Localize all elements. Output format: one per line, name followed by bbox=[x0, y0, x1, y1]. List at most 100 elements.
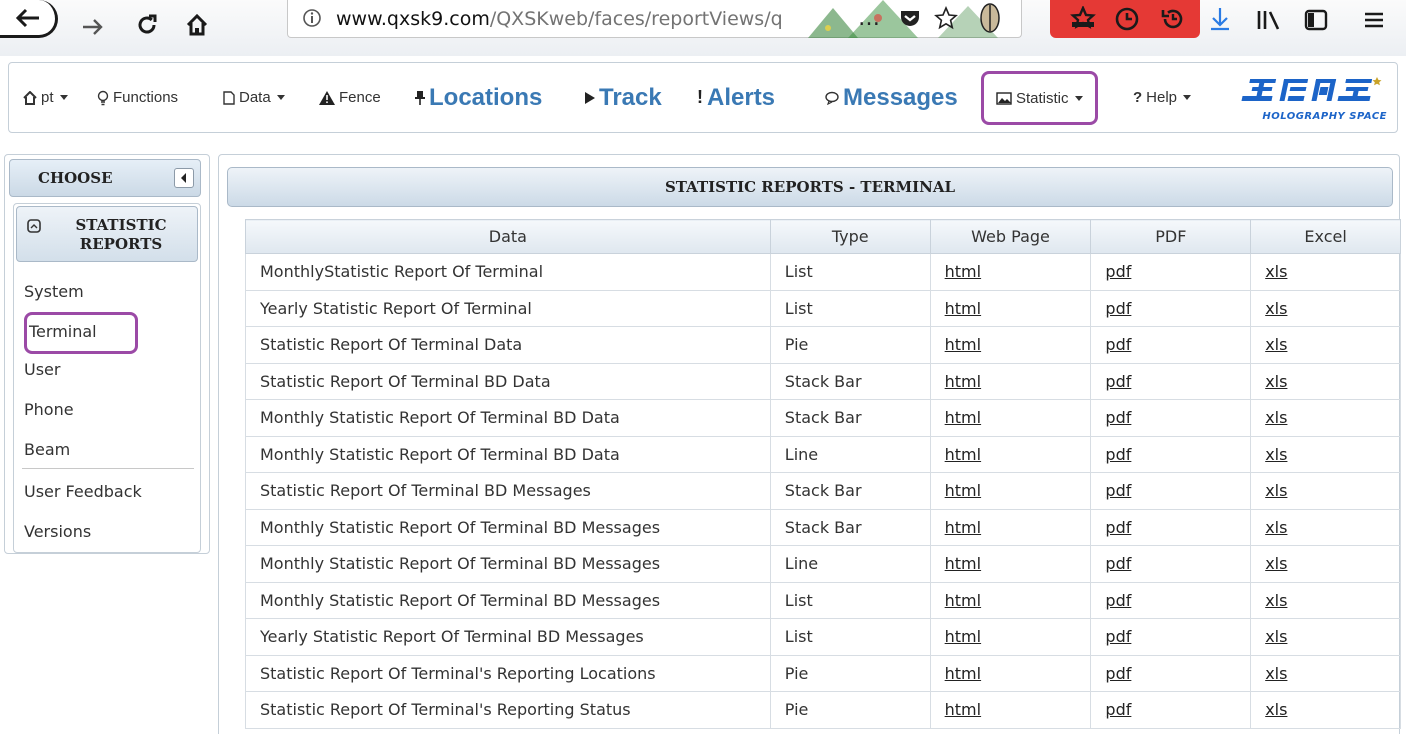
report-name-cell: Statistic Report Of Terminal BD Data bbox=[245, 362, 771, 400]
home-button[interactable] bbox=[180, 7, 214, 43]
report-type-cell: Stack Bar bbox=[769, 399, 931, 437]
collapse-sidebar-button[interactable] bbox=[174, 168, 194, 188]
html-link[interactable]: html bbox=[929, 581, 1092, 619]
xls-link[interactable]: xls bbox=[1250, 472, 1401, 510]
info-icon[interactable] bbox=[302, 8, 322, 32]
url-path: /QXSKweb/faces/reportViews/q bbox=[489, 8, 783, 30]
table-row: Yearly Statistic Report Of Terminal List h… bbox=[245, 289, 1401, 327]
report-type-cell: List bbox=[769, 253, 931, 291]
menu-help[interactable]: ? Help bbox=[1133, 63, 1192, 132]
chevron-down-icon bbox=[1074, 95, 1083, 101]
achievement-icon[interactable] bbox=[1070, 6, 1096, 32]
library-icon[interactable] bbox=[1256, 8, 1282, 32]
html-link[interactable]: html bbox=[929, 691, 1092, 729]
report-name-cell: Statistic Report Of Terminal's Reporting… bbox=[245, 654, 771, 692]
pdf-link[interactable]: pdf bbox=[1090, 362, 1252, 400]
html-link[interactable]: html bbox=[929, 654, 1092, 692]
report-type-cell: Stack Bar bbox=[769, 508, 931, 546]
history-clock-icon[interactable] bbox=[1114, 6, 1140, 32]
url-bar[interactable]: www.qxsk9.com/QXSKweb/faces/reportViews/… bbox=[287, 0, 1022, 38]
menu-home[interactable]: pt bbox=[23, 63, 68, 132]
html-link[interactable]: html bbox=[929, 508, 1092, 546]
table-row: Monthly Statistic Report Of Terminal BD … bbox=[245, 508, 1401, 546]
xls-link[interactable]: xls bbox=[1250, 253, 1401, 291]
back-button[interactable] bbox=[0, 0, 58, 38]
download-icon[interactable] bbox=[1208, 6, 1232, 32]
html-link[interactable]: html bbox=[929, 435, 1092, 473]
sidebar-toggle-icon[interactable] bbox=[1304, 8, 1328, 32]
pdf-link[interactable]: pdf bbox=[1090, 691, 1252, 729]
pdf-link[interactable]: pdf bbox=[1090, 581, 1252, 619]
brand-logo-icon bbox=[1241, 77, 1382, 101]
bookmark-star-icon[interactable] bbox=[934, 6, 958, 30]
report-type-cell: Stack Bar bbox=[769, 362, 931, 400]
html-link[interactable]: html bbox=[929, 472, 1092, 510]
table-row: Yearly Statistic Report Of Terminal BD M… bbox=[245, 618, 1401, 656]
hamburger-menu-icon[interactable] bbox=[1362, 8, 1386, 32]
pdf-link[interactable]: pdf bbox=[1090, 253, 1252, 291]
sidebar-item-user-feedback[interactable]: User Feedback bbox=[24, 482, 142, 501]
pdf-link[interactable]: pdf bbox=[1090, 508, 1252, 546]
menu-messages[interactable]: Messages bbox=[825, 63, 958, 132]
menu-locations[interactable]: Locations bbox=[415, 63, 542, 132]
report-name-cell: Monthly Statistic Report Of Terminal BD … bbox=[245, 508, 771, 546]
sidebar-item-beam[interactable]: Beam bbox=[24, 440, 70, 459]
table-row: Statistic Report Of Terminal's Reporting… bbox=[245, 654, 1401, 692]
xls-link[interactable]: xls bbox=[1250, 691, 1401, 729]
html-link[interactable]: html bbox=[929, 362, 1092, 400]
xls-link[interactable]: xls bbox=[1250, 618, 1401, 656]
report-name-cell: Statistic Report Of Terminal Data bbox=[245, 326, 771, 364]
page-actions-icon[interactable]: … bbox=[858, 6, 880, 31]
sidebar-item-terminal[interactable]: Terminal bbox=[24, 312, 138, 354]
statistic-reports-header[interactable]: STATISTIC REPORTS bbox=[16, 206, 198, 262]
pdf-link[interactable]: pdf bbox=[1090, 654, 1252, 692]
sidebar-item-phone[interactable]: Phone bbox=[24, 400, 74, 419]
report-type-cell: Pie bbox=[769, 691, 931, 729]
html-link[interactable]: html bbox=[929, 253, 1092, 291]
report-name-cell: Monthly Statistic Report Of Terminal BD … bbox=[245, 581, 771, 619]
sidebar-item-versions[interactable]: Versions bbox=[24, 522, 91, 541]
restore-session-icon[interactable] bbox=[1160, 6, 1186, 32]
html-link[interactable]: html bbox=[929, 326, 1092, 364]
xls-link[interactable]: xls bbox=[1250, 508, 1401, 546]
xls-link[interactable]: xls bbox=[1250, 654, 1401, 692]
pdf-link[interactable]: pdf bbox=[1090, 326, 1252, 364]
table-row: Monthly Statistic Report Of Terminal BD … bbox=[245, 399, 1401, 437]
menu-track[interactable]: Track bbox=[585, 63, 662, 132]
menu-functions[interactable]: Functions bbox=[97, 63, 178, 132]
xls-link[interactable]: xls bbox=[1250, 581, 1401, 619]
html-link[interactable]: html bbox=[929, 545, 1092, 583]
pdf-link[interactable]: pdf bbox=[1090, 289, 1252, 327]
pdf-link[interactable]: pdf bbox=[1090, 472, 1252, 510]
menu-alerts[interactable]: ! Alerts bbox=[697, 63, 775, 132]
pdf-link[interactable]: pdf bbox=[1090, 618, 1252, 656]
xls-link[interactable]: xls bbox=[1250, 289, 1401, 327]
reload-button[interactable] bbox=[130, 7, 164, 43]
pdf-link[interactable]: pdf bbox=[1090, 399, 1252, 437]
picture-icon bbox=[996, 91, 1012, 105]
pdf-link[interactable]: pdf bbox=[1090, 435, 1252, 473]
sidebar-item-system[interactable]: System bbox=[24, 282, 84, 301]
menu-data[interactable]: Data bbox=[223, 63, 285, 132]
pocket-icon[interactable] bbox=[898, 6, 922, 30]
reports-table: Data Type Web Page PDF Excel MonthlyStat… bbox=[245, 219, 1401, 729]
report-type-cell: Pie bbox=[769, 326, 931, 364]
extension-leaf-icon[interactable] bbox=[978, 2, 1002, 34]
forward-button[interactable] bbox=[76, 9, 110, 45]
xls-link[interactable]: xls bbox=[1250, 326, 1401, 364]
url-host: www.qxsk9.com bbox=[336, 8, 490, 30]
html-link[interactable]: html bbox=[929, 289, 1092, 327]
html-link[interactable]: html bbox=[929, 618, 1092, 656]
app-menu-bar: pt Functions Data Fence Locations Track … bbox=[8, 62, 1398, 133]
sidebar-item-user[interactable]: User bbox=[24, 360, 60, 379]
xls-link[interactable]: xls bbox=[1250, 399, 1401, 437]
html-link[interactable]: html bbox=[929, 399, 1092, 437]
pdf-link[interactable]: pdf bbox=[1090, 545, 1252, 583]
menu-statistic[interactable]: Statistic bbox=[981, 71, 1098, 125]
menu-fence[interactable]: Fence bbox=[319, 63, 381, 132]
xls-link[interactable]: xls bbox=[1250, 435, 1401, 473]
statistic-reports-card: STATISTIC REPORTS System Terminal User P… bbox=[13, 203, 201, 553]
xls-link[interactable]: xls bbox=[1250, 545, 1401, 583]
xls-link[interactable]: xls bbox=[1250, 362, 1401, 400]
brand-logo[interactable]: HOLOGRAPHY SPACE bbox=[1237, 75, 1387, 122]
